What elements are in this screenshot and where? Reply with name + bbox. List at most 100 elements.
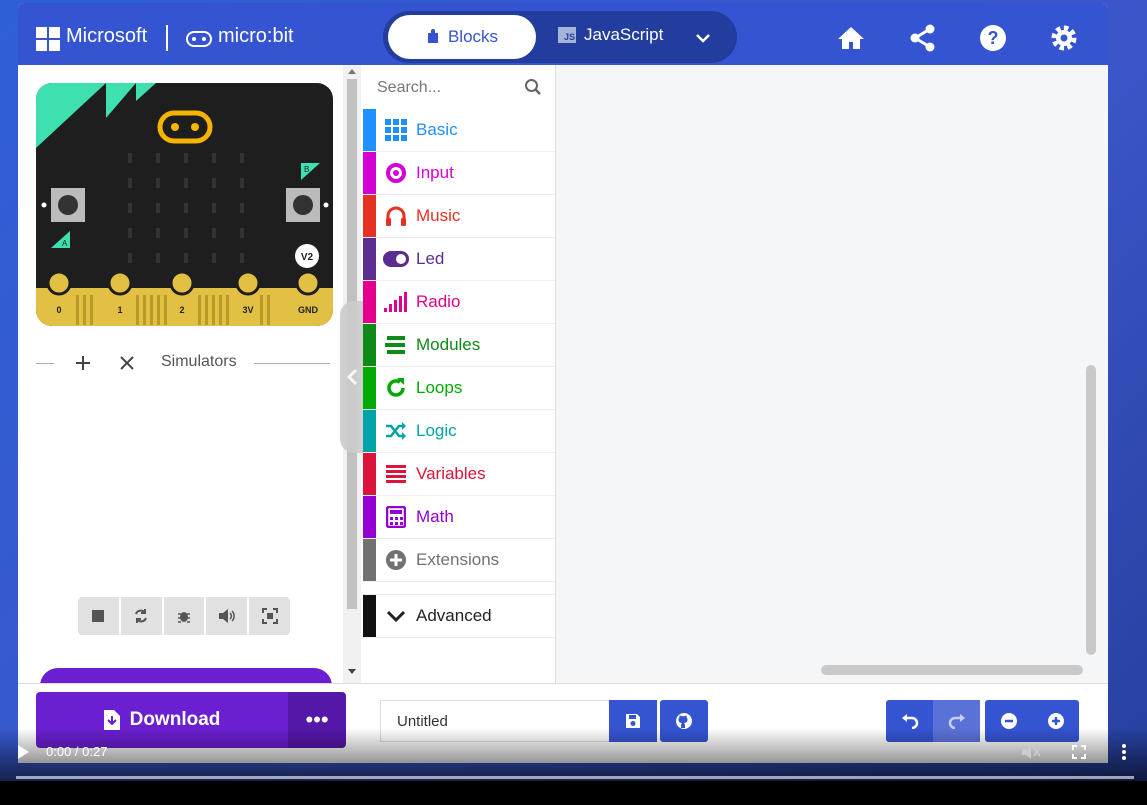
grid-icon — [385, 119, 407, 141]
video-bottom-bar — [0, 781, 1147, 805]
help-icon[interactable]: ? — [978, 23, 1008, 53]
category-extensions[interactable]: Extensions — [363, 539, 555, 582]
category-label: Led — [416, 249, 445, 268]
pin-label: GND — [298, 305, 319, 315]
chevron-down-icon[interactable] — [693, 28, 713, 48]
simulator-toolbar — [78, 597, 290, 635]
version-badge: V2 — [301, 252, 314, 263]
category-logic[interactable]: Logic — [363, 410, 555, 453]
tab-javascript-label: JavaScript — [584, 25, 664, 44]
category-label: Input — [416, 163, 454, 182]
save-icon — [626, 714, 640, 728]
toolbox-search — [363, 65, 555, 109]
close-icon[interactable] — [118, 354, 136, 372]
microbit-board[interactable]: A B V2 0 1 2 3V GND — [36, 83, 333, 326]
svg-text:?: ? — [988, 28, 999, 48]
stop-icon — [92, 610, 105, 622]
brand-divider — [166, 25, 168, 51]
category-label: Basic — [416, 120, 458, 139]
category-modules[interactable]: Modules — [363, 324, 555, 367]
settings-icon[interactable] — [1049, 23, 1079, 53]
plus-icon[interactable] — [74, 354, 92, 372]
fullscreen-icon — [261, 608, 278, 624]
board-graphic: A B V2 0 1 2 3V GND — [36, 83, 333, 326]
category-basic[interactable]: Basic — [363, 109, 555, 152]
workspace-horizontal-scrollbar[interactable] — [821, 665, 1083, 675]
search-icon[interactable] — [524, 78, 542, 96]
signal-bars-icon — [384, 292, 407, 312]
scroll-down-icon[interactable] — [347, 668, 357, 676]
home-icon[interactable] — [836, 23, 866, 53]
headphones-icon — [386, 206, 406, 226]
restart-button[interactable] — [121, 597, 164, 635]
play-icon[interactable] — [16, 744, 30, 760]
category-music[interactable]: Music — [363, 195, 555, 238]
category-loops[interactable]: Loops — [363, 367, 555, 410]
loop-arrow-icon — [387, 378, 405, 397]
category-label: Advanced — [416, 606, 492, 625]
category-radio[interactable]: Radio — [363, 281, 555, 324]
fullscreen-icon[interactable] — [1072, 745, 1086, 759]
category-label: Math — [416, 507, 454, 526]
modules-icon — [385, 336, 405, 354]
category-color-bar — [363, 238, 376, 280]
js-icon: JS — [558, 27, 576, 43]
pin-label: 0 — [56, 305, 61, 315]
pin-label: 1 — [117, 305, 122, 315]
microsoft-logo-icon — [36, 27, 60, 51]
pin-label: 2 — [179, 305, 184, 315]
calculator-icon — [386, 506, 406, 528]
scroll-up-icon[interactable] — [347, 67, 357, 75]
divider-line — [254, 363, 330, 364]
category-label: Modules — [416, 335, 481, 354]
sound-icon — [218, 609, 235, 623]
video-progress-bar[interactable] — [16, 776, 1134, 779]
category-label: Extensions — [416, 550, 500, 569]
category-label: Logic — [416, 421, 457, 440]
chevron-down-icon — [386, 610, 406, 623]
divider-line — [36, 363, 54, 364]
category-color-bar — [363, 195, 376, 237]
category-variables[interactable]: Variables — [363, 453, 555, 496]
fullscreen-button[interactable] — [249, 597, 290, 635]
more-options-icon[interactable] — [1121, 744, 1127, 760]
debug-button[interactable] — [164, 597, 207, 635]
button-b-label: B — [304, 165, 309, 174]
category-math[interactable]: Math — [363, 496, 555, 539]
debug-icon — [177, 612, 190, 623]
brand-name: Microsoft — [66, 25, 148, 47]
search-input[interactable] — [375, 73, 519, 103]
category-led[interactable]: Led — [363, 238, 555, 281]
plus-circle-icon — [386, 550, 406, 570]
category-label: Music — [416, 206, 461, 225]
category-color-bar — [363, 109, 376, 151]
category-color-bar — [363, 453, 376, 495]
mute-icon[interactable] — [1021, 744, 1041, 760]
category-label: Loops — [416, 378, 463, 397]
sound-button[interactable] — [206, 597, 250, 635]
app-frame: Microsoft micro:bit Blocks JS JavaScript… — [18, 3, 1108, 763]
simulator-controls: Simulators — [18, 348, 360, 378]
tab-javascript[interactable]: JS JavaScript — [558, 25, 663, 45]
category-color-bar — [363, 595, 376, 637]
workspace-vertical-scrollbar[interactable] — [1086, 365, 1096, 655]
category-label: Radio — [416, 292, 461, 311]
top-bar: Microsoft micro:bit Blocks JS JavaScript… — [18, 3, 1108, 65]
button-a-label: A — [62, 239, 68, 248]
tab-blocks[interactable]: Blocks — [388, 15, 536, 59]
category-advanced[interactable]: Advanced — [363, 594, 555, 638]
share-icon[interactable] — [908, 23, 938, 53]
undo-icon — [901, 714, 918, 729]
category-color-bar — [363, 281, 376, 323]
category-color-bar — [363, 539, 376, 581]
blocks-workspace[interactable] — [556, 65, 1108, 683]
category-input[interactable]: Input — [363, 152, 555, 195]
category-color-bar — [363, 496, 376, 538]
toggle-icon — [383, 251, 409, 267]
stop-button[interactable] — [78, 597, 121, 635]
list-lines-icon — [386, 465, 406, 483]
toolbox: Basic Input Music Led Radio Modules — [363, 65, 556, 683]
product-name: micro:bit — [218, 25, 294, 47]
editor-toggle: Blocks JS JavaScript — [383, 11, 737, 63]
chevron-left-icon — [346, 368, 358, 386]
